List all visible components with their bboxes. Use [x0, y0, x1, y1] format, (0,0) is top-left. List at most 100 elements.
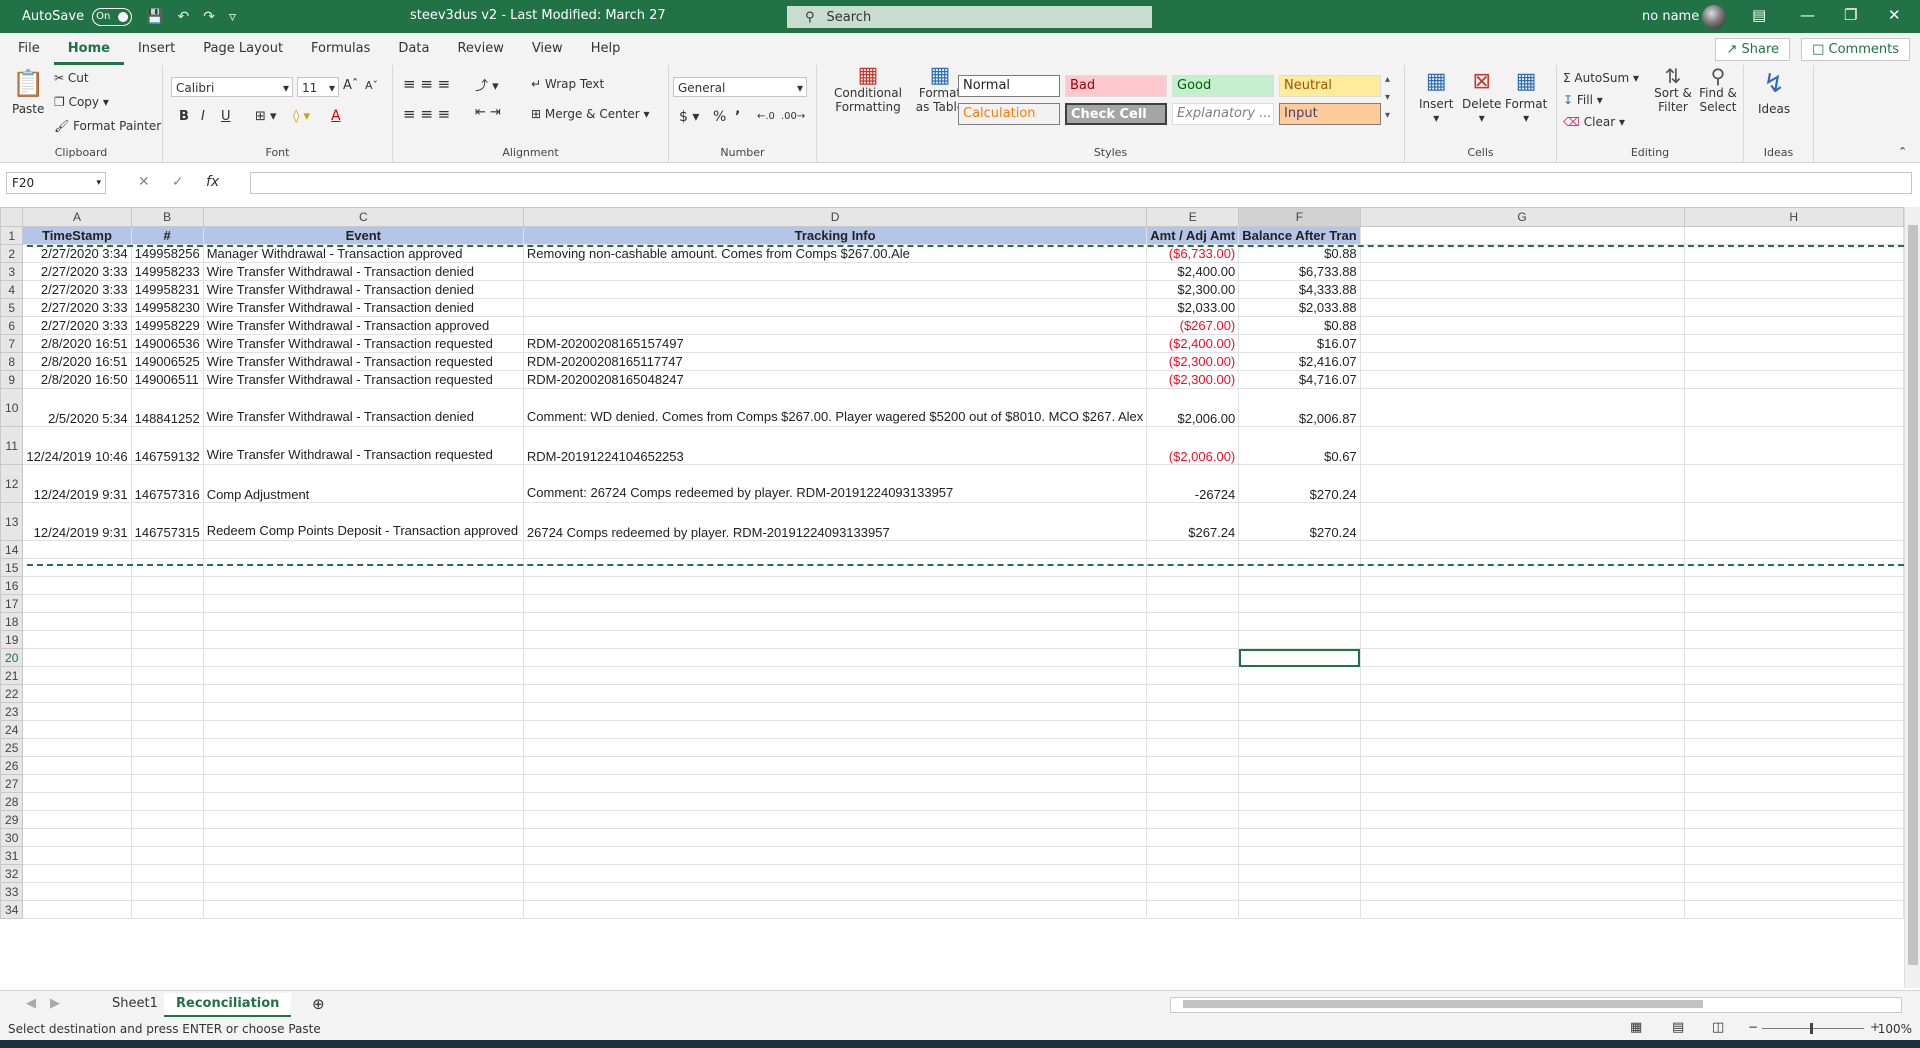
row-header[interactable]: 26 [0, 756, 24, 775]
row-header[interactable]: 1 [0, 226, 24, 245]
id-cell[interactable]: 148841252 [130, 388, 204, 427]
timestamp-cell[interactable]: 2/27/2020 3:33 [22, 316, 132, 335]
id-cell[interactable]: 146759132 [130, 426, 204, 465]
tab-home[interactable]: Home [53, 33, 124, 65]
empty-cell[interactable] [1359, 792, 1685, 811]
empty-cell[interactable] [1359, 900, 1685, 919]
horizontal-scrollbar[interactable] [1170, 997, 1902, 1013]
empty-cell[interactable] [1238, 738, 1361, 757]
empty-cell[interactable] [202, 810, 524, 829]
empty-cell[interactable] [202, 594, 524, 613]
cancel-icon[interactable]: ✕ [138, 174, 150, 190]
event-cell[interactable]: Manager Withdrawal - Transaction approve… [202, 244, 524, 263]
amount-cell[interactable]: $267.24 [1146, 502, 1240, 541]
empty-cell[interactable] [1146, 540, 1240, 559]
empty-cell[interactable] [130, 846, 204, 865]
empty-cell[interactable] [1146, 756, 1240, 775]
empty-cell[interactable] [1359, 846, 1685, 865]
next-sheet-icon[interactable]: ▶ [38, 993, 72, 1015]
empty-cell[interactable] [130, 702, 204, 721]
empty-cell[interactable] [1359, 226, 1685, 245]
empty-cell[interactable] [522, 900, 1148, 919]
empty-cell[interactable] [130, 684, 204, 703]
tracking-info-cell[interactable]: Comment: WD denied. Comes from Comps $26… [522, 388, 1148, 427]
wrap-text-button[interactable]: ↵ Wrap Text [531, 77, 604, 91]
autosum-button[interactable]: Σ AutoSum ▾ [1563, 71, 1639, 85]
empty-cell[interactable] [22, 738, 132, 757]
empty-cell[interactable] [1238, 828, 1361, 847]
tab-file[interactable]: File [4, 33, 54, 65]
empty-cell[interactable] [1683, 684, 1904, 703]
empty-cell[interactable] [1683, 334, 1904, 353]
empty-cell[interactable] [1146, 792, 1240, 811]
column-header[interactable]: H [1683, 207, 1904, 227]
empty-cell[interactable] [522, 684, 1148, 703]
tab-page-layout[interactable]: Page Layout [189, 33, 297, 65]
header-cell[interactable]: Amt / Adj Amt [1146, 226, 1240, 245]
amount-cell[interactable]: $2,400.00 [1146, 262, 1240, 281]
event-cell[interactable]: Wire Transfer Withdrawal - Transaction r… [202, 426, 524, 465]
underline-button[interactable]: U [221, 109, 231, 124]
tab-insert[interactable]: Insert [124, 33, 189, 65]
empty-cell[interactable] [202, 576, 524, 595]
empty-cell[interactable] [22, 612, 132, 631]
ideas-button[interactable]: ↯ Ideas [1758, 69, 1790, 116]
empty-cell[interactable] [1683, 666, 1904, 685]
empty-cell[interactable] [522, 666, 1148, 685]
autosave-toggle[interactable]: On [92, 7, 133, 26]
balance-cell[interactable]: $16.07 [1238, 334, 1361, 353]
id-cell[interactable]: 149006536 [130, 334, 204, 353]
empty-cell[interactable] [1238, 666, 1361, 685]
timestamp-cell[interactable]: 2/27/2020 3:33 [22, 262, 132, 281]
font-color-icon[interactable]: A [331, 108, 341, 124]
empty-cell[interactable] [1683, 262, 1904, 281]
row-header[interactable]: 18 [0, 612, 24, 631]
empty-cell[interactable] [1146, 648, 1240, 667]
cut-button[interactable]: ✂ Cut [54, 71, 89, 85]
save-icon[interactable]: 💾 [146, 9, 163, 25]
empty-cell[interactable] [1146, 666, 1240, 685]
empty-cell[interactable] [1683, 352, 1904, 371]
id-cell[interactable]: 149006511 [130, 370, 204, 389]
comma-icon[interactable]: ’ [735, 109, 740, 125]
empty-cell[interactable] [1146, 864, 1240, 883]
empty-cell[interactable] [22, 702, 132, 721]
empty-cell[interactable] [1238, 558, 1361, 577]
empty-cell[interactable] [130, 594, 204, 613]
empty-cell[interactable] [1146, 612, 1240, 631]
worksheet-grid[interactable]: A B C D E F G H 1 TimeStamp # Event Tracking… [0, 207, 1904, 988]
amount-cell[interactable]: $2,033.00 [1146, 298, 1240, 317]
column-header[interactable]: E [1146, 207, 1240, 227]
user-name[interactable]: no name [1642, 9, 1699, 24]
empty-cell[interactable] [1683, 792, 1904, 811]
empty-cell[interactable] [1146, 900, 1240, 919]
empty-cell[interactable] [1683, 702, 1904, 721]
fill-button[interactable]: ↧ Fill ▾ [1563, 93, 1603, 107]
header-cell[interactable]: Balance After Tran [1238, 226, 1361, 245]
empty-cell[interactable] [202, 612, 524, 631]
empty-cell[interactable] [22, 792, 132, 811]
empty-cell[interactable] [1359, 262, 1685, 281]
empty-cell[interactable] [1359, 882, 1685, 901]
empty-cell[interactable] [1238, 756, 1361, 775]
clear-button[interactable]: ⌫ Clear ▾ [1563, 115, 1625, 129]
empty-cell[interactable] [1683, 244, 1904, 263]
insert-cells-button[interactable]: ▦ Insert ▾ [1419, 69, 1453, 125]
column-header[interactable]: A [22, 207, 132, 227]
empty-cell[interactable] [1683, 226, 1904, 245]
empty-cell[interactable] [130, 630, 204, 649]
timestamp-cell[interactable]: 2/27/2020 3:33 [22, 298, 132, 317]
style-neutral[interactable]: Neutral [1279, 75, 1381, 97]
empty-cell[interactable] [1683, 388, 1904, 427]
row-header[interactable]: 8 [0, 352, 24, 371]
empty-cell[interactable] [522, 648, 1148, 667]
formula-input[interactable] [250, 172, 1912, 194]
id-cell[interactable]: 149958230 [130, 298, 204, 317]
empty-cell[interactable] [202, 738, 524, 757]
row-header[interactable]: 6 [0, 316, 24, 335]
empty-cell[interactable] [1359, 612, 1685, 631]
tracking-info-cell[interactable]: RDM-20200208165117747 [522, 352, 1148, 371]
empty-cell[interactable] [1238, 576, 1361, 595]
id-cell[interactable]: 146757316 [130, 464, 204, 503]
amount-cell[interactable]: $2,300.00 [1146, 280, 1240, 299]
